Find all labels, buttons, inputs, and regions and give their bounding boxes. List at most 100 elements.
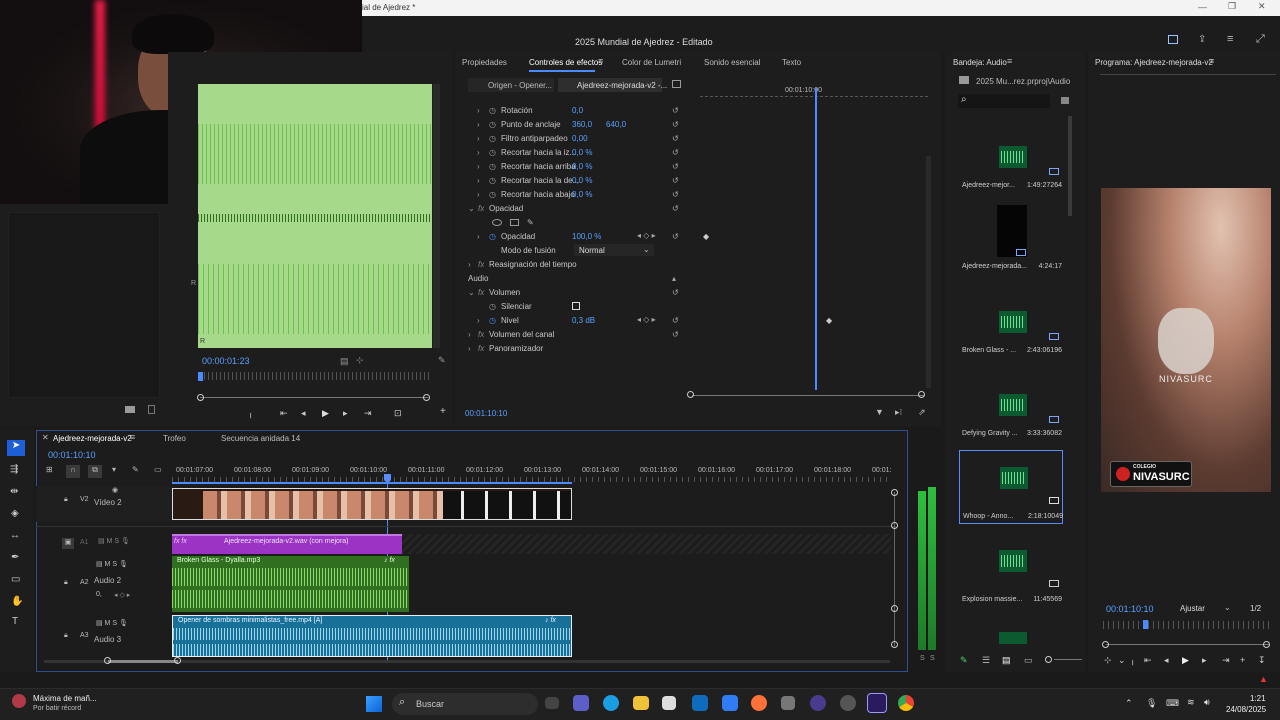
recording-app-icon[interactable]: [840, 695, 856, 711]
start-icon[interactable]: [366, 696, 382, 712]
bin-pencil-icon[interactable]: ✎: [960, 655, 968, 666]
bin-item[interactable]: Broken Glass - ... 2:43:06196: [959, 289, 1063, 363]
premiere-icon[interactable]: [867, 693, 887, 713]
list-view-icon[interactable]: ☰: [982, 655, 990, 666]
track-volume[interactable]: 0,: [96, 591, 102, 598]
clock-time[interactable]: 1:21: [1250, 694, 1266, 703]
level-row[interactable]: › ◷ Nivel 0,3 dB: [468, 313, 595, 327]
keyframe-zoom-bar[interactable]: [692, 395, 924, 396]
add-marker-icon[interactable]: ▾: [112, 465, 116, 474]
tab-menu-icon[interactable]: ≡: [598, 56, 603, 66]
tab-trofeo[interactable]: Trofeo: [163, 434, 186, 443]
minimize-icon[interactable]: —: [1198, 2, 1207, 12]
source-scrollbar[interactable]: [433, 84, 440, 348]
mute-checkbox[interactable]: [572, 302, 580, 310]
razor-icon[interactable]: ◈: [11, 508, 19, 519]
audio-clip-a1[interactable]: fx fx Ajedreez-mejorada-v2.wav (con mejo…: [172, 534, 402, 554]
effect-row[interactable]: › ◷ Recortar hacia arriba 0,0 %: [468, 159, 592, 173]
lock-icon[interactable]: 🔒︎: [64, 496, 68, 504]
effect-row[interactable]: › ◷ Recortar hacia abajo 0,0 %: [468, 187, 592, 201]
tab-propiedades[interactable]: Propiedades: [462, 58, 507, 67]
effect-row[interactable]: › ◷ Recortar hacia la de... 0,0 %: [468, 173, 592, 187]
filter-icon[interactable]: ▼: [875, 407, 884, 417]
insert-icon[interactable]: ⊡: [394, 408, 402, 419]
firefox-icon[interactable]: [751, 695, 767, 711]
pen-mask-icon[interactable]: ✎: [527, 218, 534, 227]
tray-chevron-icon[interactable]: ⌃: [1125, 698, 1133, 709]
selection-tool-icon[interactable]: ➤: [7, 440, 25, 456]
program-zoom-bar[interactable]: [1106, 644, 1270, 645]
folder-icon[interactable]: [125, 406, 135, 413]
zoom-slider-handle[interactable]: [1045, 656, 1052, 663]
outlook-icon[interactable]: [692, 695, 708, 711]
panner-row[interactable]: › fx Panoramizador: [468, 341, 543, 355]
timeline-ruler[interactable]: 00:01:07:00 00:01:08:00 00:01:09:00 00:0…: [172, 464, 896, 484]
hand-tool-icon[interactable]: ✋: [11, 596, 23, 607]
keyboard-icon[interactable]: ⌨: [1166, 698, 1179, 709]
mark-in-icon[interactable]: ╷: [248, 408, 253, 419]
source-timeruler[interactable]: [200, 372, 430, 380]
effect-row[interactable]: › ◷ Filtro antiparpadeo 0,00: [468, 131, 588, 145]
keyframe-nav[interactable]: ◂ ◇ ▸: [114, 591, 130, 599]
store-icon[interactable]: [662, 696, 676, 710]
timeline-vscroll-handle-bottom[interactable]: [891, 641, 898, 648]
teams-icon[interactable]: [573, 695, 589, 711]
track-mute-solo[interactable]: ▤ M S 🎙︎: [96, 560, 128, 568]
opacity-group[interactable]: ⌄ fx Opacidad: [468, 201, 523, 215]
program-title[interactable]: Programa: Ajedreez-mejorada-v2: [1095, 58, 1213, 67]
rectangle-tool-icon[interactable]: ▭: [11, 574, 20, 585]
bin-menu-icon[interactable]: ≡: [1007, 56, 1012, 66]
bin-item[interactable]: Ajedreez-mejorada... 4:24:17: [959, 205, 1063, 279]
add-button-icon[interactable]: +: [440, 406, 446, 417]
audio-clip-a2[interactable]: Broken Glass - Dyalla.mp3 ♪ fx: [172, 556, 409, 612]
track-mute-solo[interactable]: ▤ M S 🎙︎: [98, 537, 130, 545]
volume-group[interactable]: ⌄ fx Volumen: [468, 285, 520, 299]
channel-volume-row[interactable]: › fx Volumen del canal: [468, 327, 554, 341]
level-keyframe[interactable]: ◆: [826, 316, 832, 325]
freeform-view-icon[interactable]: ▭: [1024, 655, 1033, 666]
program-mark-in-icon[interactable]: ╷: [1130, 655, 1135, 666]
eye-icon[interactable]: ◉: [112, 486, 118, 494]
keyframe-zoom-handle-right[interactable]: [918, 391, 925, 398]
warning-icon[interactable]: ▲: [1259, 674, 1268, 684]
program-go-in-icon[interactable]: ⇤: [1144, 655, 1152, 666]
notification-title[interactable]: Máxima de mañ...: [33, 694, 97, 703]
program-zoom-handle-right[interactable]: [1263, 641, 1270, 648]
program-menu-icon[interactable]: ≡: [1209, 56, 1214, 66]
timeline-hscroll-thumb[interactable]: [108, 660, 178, 663]
play-audio-icon[interactable]: ▸⁝: [895, 407, 902, 418]
timeline-hscroll-handle-right[interactable]: [174, 657, 181, 664]
program-step-forward-icon[interactable]: ▸: [1202, 655, 1207, 666]
reset-icons-column[interactable]: ↺ ↺ ↺ ↺ ↺ ↺ ↺ ↺ ↺ ▴ ↺ ↺ ↺: [672, 104, 684, 340]
keyframe-playhead[interactable]: [815, 88, 817, 390]
ellipse-mask-icon[interactable]: [492, 218, 502, 226]
tab-controles-efectos[interactable]: Controles de efectos: [529, 58, 602, 67]
wifi-icon[interactable]: ≋: [1187, 697, 1195, 708]
timeline-wrench-icon[interactable]: ✎: [132, 465, 139, 474]
program-go-out-icon[interactable]: ⇥: [1222, 655, 1230, 666]
source-wrench-icon[interactable]: ✎: [438, 355, 446, 366]
program-export-frame-icon[interactable]: ↧: [1258, 655, 1266, 666]
source-zoom-bar[interactable]: [200, 397, 428, 398]
rect-mask-icon[interactable]: [510, 218, 519, 226]
quick-export-icon[interactable]: [1168, 35, 1178, 44]
program-step-back-icon[interactable]: ◂: [1164, 655, 1169, 666]
source-playhead[interactable]: [198, 372, 203, 381]
maximize-icon[interactable]: ❐: [1228, 1, 1236, 12]
resolution-select[interactable]: 1/2: [1250, 604, 1261, 613]
captions-icon[interactable]: ▭: [154, 465, 162, 474]
tab-sonido-esencial[interactable]: Sonido esencial: [704, 58, 760, 67]
chrome-icon[interactable]: [898, 695, 914, 711]
source-waveform[interactable]: [198, 84, 432, 348]
step-forward-icon[interactable]: ▸: [343, 408, 348, 419]
timeline-vscroll-handle-mid[interactable]: [891, 522, 898, 529]
bin-item-selected[interactable]: Whoop - Anno... 2:18:10049: [959, 450, 1063, 524]
speaker-icon[interactable]: 🔊︎: [1204, 697, 1210, 708]
mic-icon[interactable]: 🎙︎: [1146, 698, 1157, 709]
share-icon[interactable]: ⇪: [1198, 34, 1206, 45]
todo-icon[interactable]: [722, 695, 738, 711]
track-select-icon[interactable]: ⇶: [10, 464, 18, 475]
program-playhead[interactable]: [1143, 620, 1148, 629]
timeline-timecode[interactable]: 00:01:10:10: [48, 450, 96, 460]
close-icon[interactable]: ✕: [1258, 1, 1266, 12]
